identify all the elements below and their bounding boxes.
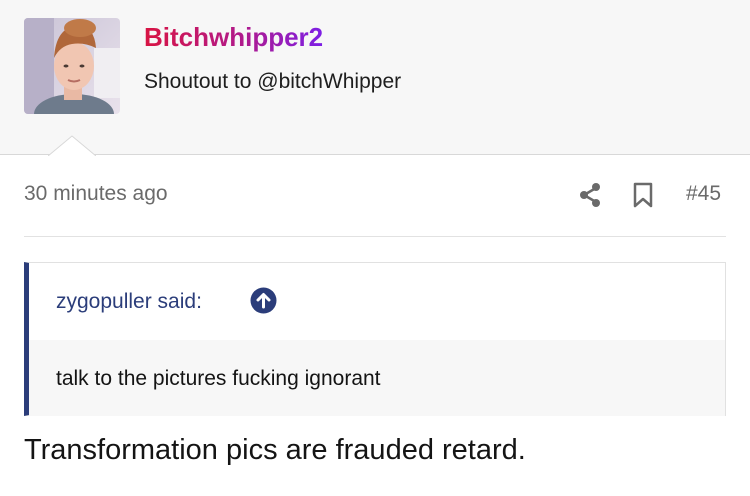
post-timestamp[interactable]: 30 minutes ago	[24, 182, 168, 206]
quote-block: zygopuller said: talk to the pictures fu…	[24, 262, 726, 416]
bookmark-icon[interactable]	[632, 182, 654, 208]
quote-author[interactable]: zygopuller said:	[56, 290, 202, 314]
post-body-text: Transformation pics are frauded retard.	[24, 434, 526, 466]
username[interactable]: Bitchwhipper2	[144, 22, 323, 53]
quote-header: zygopuller said:	[29, 263, 725, 340]
user-avatar[interactable]	[24, 18, 120, 114]
user-title: Shoutout to @bitchWhipper	[144, 70, 402, 93]
quote-body: talk to the pictures fucking ignorant	[29, 340, 725, 416]
post-number[interactable]: #45	[686, 182, 721, 206]
post-meta-row: 30 minutes ago #45	[0, 170, 750, 220]
avatar-photo	[24, 18, 120, 114]
message-user-header: Bitchwhipper2 Shoutout to @bitchWhipper	[0, 0, 750, 157]
arrow-up-circle-icon[interactable]	[250, 287, 277, 314]
share-icon[interactable]	[578, 182, 602, 208]
meta-divider	[24, 236, 726, 237]
quote-text: talk to the pictures fucking ignorant	[56, 367, 381, 390]
message-arrow	[48, 135, 96, 157]
